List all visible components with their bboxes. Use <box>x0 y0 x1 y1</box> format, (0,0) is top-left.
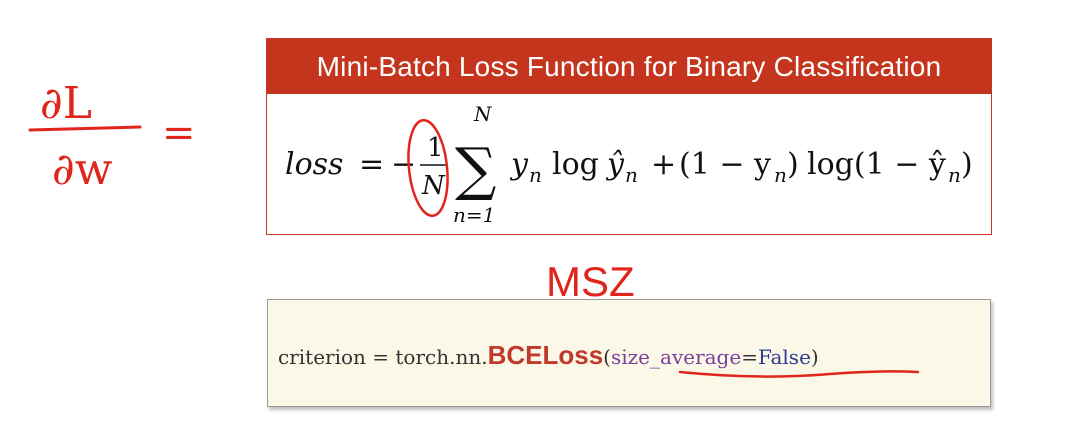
formula-log2: log(1 − ŷ <box>807 147 946 182</box>
formula-term2: (1 − y <box>679 147 771 182</box>
handwritten-note: MSZ <box>546 258 635 305</box>
code-line: criterion = torch.nn.BCELoss(size_averag… <box>278 340 819 371</box>
handwritten-fraction-line <box>28 125 142 132</box>
code-card: criterion = torch.nn.BCELoss(size_averag… <box>267 299 991 407</box>
slide-canvas: Mini-Batch Loss Function for Binary Clas… <box>0 0 1092 433</box>
formula-y: y <box>509 147 529 182</box>
formula-term2-sub: n <box>774 163 787 187</box>
formula-sum-lower: n=1 <box>453 203 495 227</box>
formula-lhs: loss <box>285 147 343 182</box>
code-equals: = <box>741 345 758 369</box>
handwritten-dl: ∂L <box>40 78 92 129</box>
formula-log1: log <box>552 147 599 182</box>
formula-log2-sub: n <box>948 163 961 187</box>
formula-card: Mini-Batch Loss Function for Binary Clas… <box>266 38 992 235</box>
formula-yhat: ŷ <box>605 147 625 182</box>
formula-title: Mini-Batch Loss Function for Binary Clas… <box>267 39 991 94</box>
handwritten-dw: ∂w <box>52 144 113 195</box>
loss-formula: loss = − 1 N N ∑ n=1 y n log ŷ n + (1 − … <box>285 102 973 227</box>
sigma-symbol: ∑ <box>455 135 496 203</box>
formula-minus: − <box>391 147 416 182</box>
formula-plus: + <box>651 147 676 182</box>
formula-y-sub: n <box>529 163 542 187</box>
code-param: size_average <box>610 345 742 369</box>
code-prefix: criterion = torch.nn. <box>278 345 488 369</box>
formula-term2-close: ) <box>787 147 799 182</box>
formula-body: loss = − 1 N N ∑ n=1 y n log ŷ n + (1 − … <box>267 94 991 234</box>
formula-yhat-sub: n <box>625 163 638 187</box>
formula-equals: = <box>359 147 384 182</box>
code-close-paren: ) <box>810 345 819 369</box>
formula-frac-den: N <box>421 171 446 201</box>
formula-frac-num: 1 <box>427 133 444 163</box>
code-class-name: BCELoss <box>487 340 604 370</box>
formula-log2-close: ) <box>961 147 973 182</box>
code-open-paren: ( <box>603 345 611 369</box>
code-value: False <box>757 345 811 369</box>
handwritten-equals: = <box>162 110 196 156</box>
formula-sum-upper: N <box>473 102 493 126</box>
